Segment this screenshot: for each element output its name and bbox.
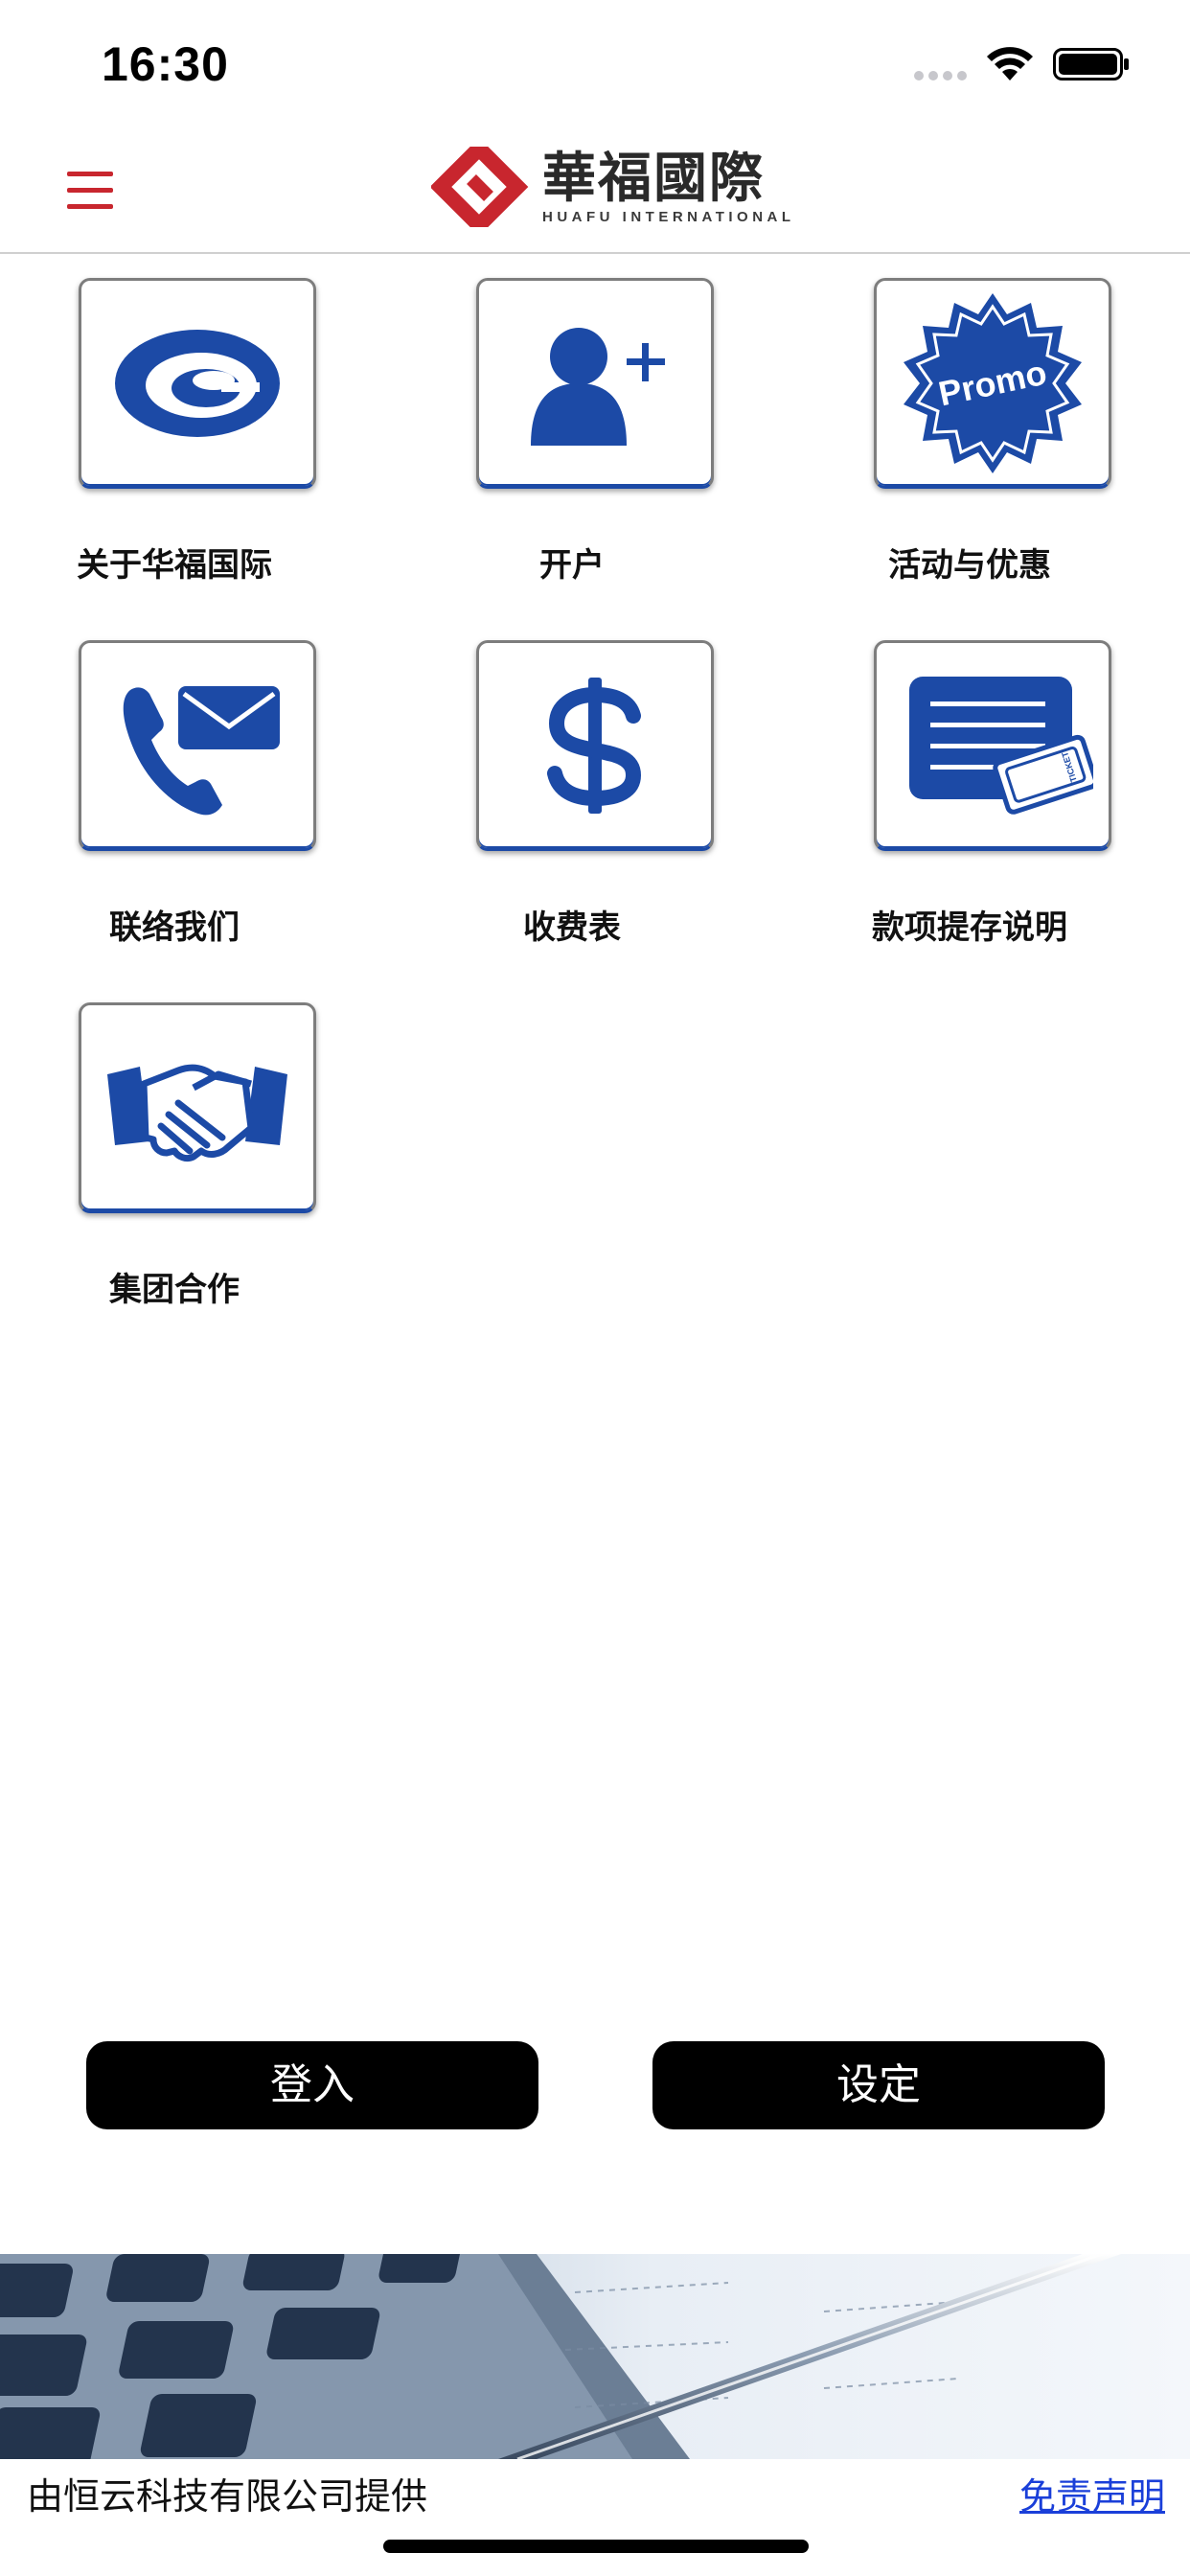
tile-icon-box	[476, 278, 714, 489]
tile-icon-box	[79, 640, 316, 851]
login-button[interactable]: 登入	[86, 2041, 538, 2129]
huafu-logo-icon	[431, 147, 529, 227]
status-bar: 16:30	[0, 0, 1190, 129]
tile-label: 关于华福国际	[77, 546, 272, 585]
tile-contact-us[interactable]: 联络我们	[31, 640, 318, 956]
add-user-icon	[531, 328, 665, 446]
provider-text: 由恒云科技有限公司提供	[27, 2475, 428, 2518]
settings-button[interactable]: 设定	[652, 2041, 1105, 2129]
disclaimer-link[interactable]: 免责声明	[1019, 2467, 1165, 2519]
tile-promotions[interactable]: Promo 活动与优惠	[826, 278, 1113, 594]
tile-icon-box	[79, 1002, 316, 1213]
phone-mail-icon	[123, 686, 280, 816]
status-time: 16:30	[102, 37, 229, 91]
handshake-icon	[107, 1064, 287, 1162]
tile-label: 收费表	[523, 908, 621, 947]
tile-label: 开户	[539, 546, 605, 585]
home-indicator[interactable]	[383, 2540, 809, 2553]
tile-icon-box: TICKET	[874, 640, 1111, 851]
app-header: 華福國際 HUAFU INTERNATIONAL	[0, 129, 1190, 254]
company-logo-icon	[115, 330, 280, 437]
footer: 由恒云科技有限公司提供 免责声明	[0, 2459, 1190, 2576]
tile-icon-box: Promo	[874, 278, 1111, 489]
menu-button[interactable]	[67, 166, 117, 214]
tile-about-huafu[interactable]: 关于华福国际	[31, 278, 318, 594]
tile-label: 联络我们	[109, 908, 240, 947]
card-ticket-icon: TICKET	[909, 677, 1093, 815]
battery-icon	[1053, 48, 1129, 80]
tile-open-account[interactable]: 开户	[428, 278, 716, 594]
dollar-icon	[547, 678, 642, 814]
wifi-icon	[987, 47, 1033, 80]
brand-logo: 華福國際 HUAFU INTERNATIONAL	[431, 147, 795, 227]
finance-banner-image	[0, 2254, 1190, 2459]
app-screen: 16:30 華福國際 HUAFU INTERNATIONAL 关于华福国际 开户…	[0, 0, 1190, 2576]
tile-label: 活动与优惠	[888, 546, 1051, 585]
brand-name-cn: 華福國際	[542, 147, 765, 210]
tile-group-cooperation[interactable]: 集团合作	[31, 1002, 318, 1319]
brand-name-en: HUAFU INTERNATIONAL	[542, 209, 795, 225]
tile-label: 款项提存说明	[872, 908, 1067, 947]
cellular-signal-icon	[914, 71, 967, 80]
promo-badge-icon: Promo	[904, 293, 1082, 473]
tile-icon-box	[79, 278, 316, 489]
tile-icon-box	[476, 640, 714, 851]
tile-fee-schedule[interactable]: 收费表	[428, 640, 716, 956]
tile-deposit-withdraw-info[interactable]: TICKET 款项提存说明	[826, 640, 1113, 956]
tile-label: 集团合作	[109, 1271, 240, 1309]
